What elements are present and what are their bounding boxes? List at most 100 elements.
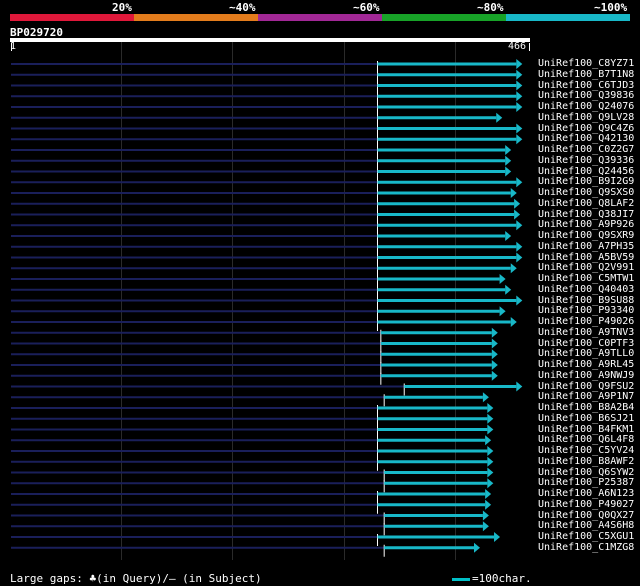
- hit-row[interactable]: [11, 489, 492, 503]
- hit-label[interactable]: UniRef100_Q6SYW2: [538, 467, 634, 478]
- hit-arrow-head: [516, 102, 523, 112]
- hit-label[interactable]: UniRef100_P25387: [538, 478, 634, 488]
- hit-row[interactable]: [11, 155, 512, 170]
- hit-row[interactable]: [11, 349, 498, 364]
- hit-label[interactable]: UniRef100_B8AWF2: [538, 456, 634, 467]
- hit-label[interactable]: UniRef100_A4S6H8: [538, 521, 634, 531]
- hit-row[interactable]: [11, 295, 523, 310]
- hit-row[interactable]: [11, 134, 523, 149]
- hit-row[interactable]: [11, 510, 489, 525]
- hit-row[interactable]: [11, 327, 498, 342]
- hit-label[interactable]: UniRef100_Q39336: [538, 155, 634, 166]
- hit-row[interactable]: [11, 188, 517, 202]
- hit-row[interactable]: [11, 69, 523, 84]
- hit-label[interactable]: UniRef100_Q0QX27: [538, 510, 634, 521]
- hit-row[interactable]: [11, 102, 523, 116]
- hit-row[interactable]: [11, 381, 523, 396]
- hit-row[interactable]: [11, 446, 494, 460]
- hit-row[interactable]: [11, 532, 501, 546]
- hit-row[interactable]: [11, 59, 523, 73]
- hit-label[interactable]: UniRef100_Q8LAF2: [538, 198, 634, 209]
- hit-label[interactable]: UniRef100_C8YZ71: [538, 59, 634, 69]
- hit-label[interactable]: UniRef100_Q9SXS0: [538, 188, 634, 198]
- hit-label[interactable]: UniRef100_C5YV24: [538, 446, 634, 456]
- hit-row[interactable]: [11, 263, 517, 278]
- hit-row[interactable]: [11, 198, 521, 213]
- hit-arrow-head: [505, 166, 512, 177]
- hit-arrow-head: [510, 188, 517, 198]
- hit-label[interactable]: UniRef100_Q9FSU2: [538, 381, 634, 392]
- hit-label[interactable]: UniRef100_A9RL45: [538, 360, 634, 370]
- hit-row[interactable]: [11, 274, 506, 288]
- hit-label[interactable]: UniRef100_Q40403: [538, 284, 634, 295]
- scale-key: =100char.: [452, 572, 532, 585]
- hit-label[interactable]: UniRef100_Q42130: [538, 134, 634, 144]
- hit-label[interactable]: UniRef100_C5MTW1: [538, 274, 634, 284]
- hit-label[interactable]: UniRef100_Q6L4F8: [538, 435, 634, 445]
- hit-label[interactable]: UniRef100_Q2V991: [538, 263, 634, 273]
- hit-row[interactable]: [11, 456, 494, 471]
- hit-label[interactable]: UniRef100_B6SJ21: [538, 413, 634, 424]
- hit-row[interactable]: [11, 435, 492, 450]
- hit-row[interactable]: [11, 338, 498, 353]
- hit-row[interactable]: [11, 241, 523, 256]
- hit-arrow-head: [516, 134, 523, 145]
- hit-row[interactable]: [11, 306, 506, 321]
- hit-label[interactable]: UniRef100_A5BV59: [538, 252, 634, 263]
- hit-label[interactable]: UniRef100_C5XGU1: [538, 532, 634, 542]
- hit-label[interactable]: UniRef100_A9NWJ9: [538, 370, 634, 381]
- hit-row[interactable]: [11, 403, 494, 417]
- hit-label[interactable]: UniRef100_P49026: [538, 317, 634, 327]
- hit-row[interactable]: [11, 80, 523, 95]
- hit-label[interactable]: UniRef100_Q38JI7: [538, 209, 634, 220]
- hit-row[interactable]: [11, 209, 521, 224]
- hit-row[interactable]: [11, 360, 498, 374]
- hit-label[interactable]: UniRef100_A7PH35: [538, 241, 634, 252]
- hit-label[interactable]: UniRef100_B4FKM1: [538, 424, 634, 435]
- hit-label[interactable]: UniRef100_C6TJD3: [538, 80, 634, 91]
- hit-row[interactable]: [11, 317, 517, 331]
- hit-row[interactable]: [11, 252, 523, 267]
- hit-row[interactable]: [11, 231, 512, 245]
- hit-label[interactable]: UniRef100_C0PTF3: [538, 338, 634, 349]
- hit-label[interactable]: UniRef100_P93340: [538, 306, 634, 316]
- hit-row[interactable]: [11, 112, 503, 127]
- hit-arrow-head: [491, 327, 498, 338]
- hit-row[interactable]: [11, 145, 512, 159]
- hit-row[interactable]: [11, 392, 489, 407]
- hit-label[interactable]: UniRef100_A9TNV3: [538, 327, 634, 338]
- hit-label[interactable]: UniRef100_A9P926: [538, 220, 634, 230]
- hit-label[interactable]: UniRef100_A6N123: [538, 489, 634, 499]
- hit-label[interactable]: UniRef100_B8A2B4: [538, 403, 634, 413]
- hit-row[interactable]: [11, 123, 523, 138]
- hit-row[interactable]: [11, 284, 512, 299]
- hit-label[interactable]: UniRef100_B9SU88: [538, 295, 634, 306]
- hit-label[interactable]: UniRef100_B9I2G9: [538, 177, 634, 187]
- hit-row[interactable]: [11, 91, 523, 106]
- hit-label[interactable]: UniRef100_Q24076: [538, 102, 634, 112]
- hit-row[interactable]: [11, 478, 494, 493]
- hit-label[interactable]: UniRef100_P49027: [538, 499, 634, 510]
- hit-row[interactable]: [11, 220, 523, 235]
- hit-arrow-head: [510, 263, 517, 274]
- hit-label[interactable]: UniRef100_B7T1N8: [538, 69, 634, 80]
- hit-row[interactable]: [11, 413, 494, 428]
- hit-label[interactable]: UniRef100_Q9LV28: [538, 112, 634, 123]
- hit-row[interactable]: [11, 370, 498, 385]
- hit-row[interactable]: [11, 521, 489, 536]
- hit-label[interactable]: UniRef100_C0Z2G7: [538, 145, 634, 155]
- hit-row[interactable]: [11, 424, 494, 439]
- hit-row[interactable]: [11, 542, 480, 557]
- hit-label[interactable]: UniRef100_Q9SXR9: [538, 231, 634, 241]
- hit-label[interactable]: UniRef100_Q24456: [538, 166, 634, 177]
- hit-arrow-head: [499, 274, 506, 284]
- hit-label[interactable]: UniRef100_C1MZG8: [538, 542, 634, 553]
- hit-row[interactable]: [11, 499, 492, 514]
- hit-row[interactable]: [11, 467, 494, 482]
- hit-label[interactable]: UniRef100_A9TLL0: [538, 349, 634, 359]
- hit-row[interactable]: [11, 177, 523, 192]
- hit-label[interactable]: UniRef100_Q39836: [538, 91, 634, 101]
- hit-label[interactable]: UniRef100_Q9C4Z6: [538, 123, 634, 134]
- hit-row[interactable]: [11, 166, 512, 181]
- hit-label[interactable]: UniRef100_A9P1N7: [538, 392, 634, 402]
